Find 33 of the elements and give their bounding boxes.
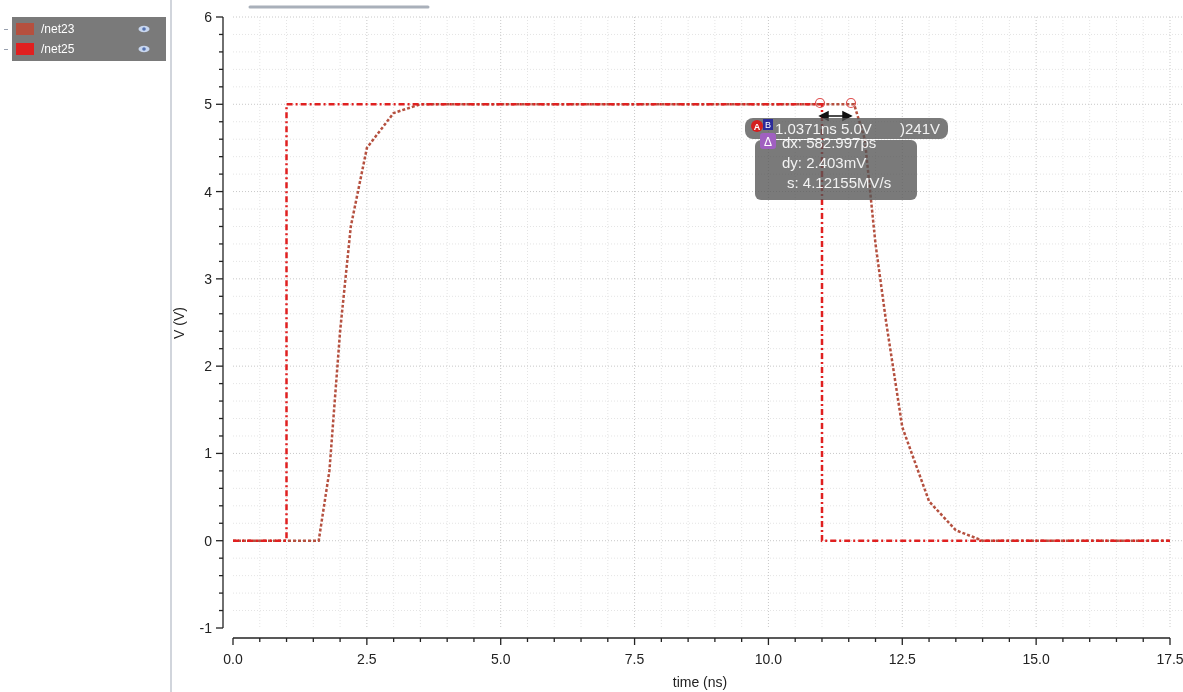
axis-title: V (V): [172, 307, 187, 339]
axis-title: time (ns): [672, 674, 728, 690]
legend-tick: [4, 29, 8, 30]
tick-label: 5.0: [491, 651, 511, 667]
tick-label: 1: [204, 445, 212, 462]
tick-label: 10.0: [754, 651, 783, 667]
eye-icon[interactable]: [138, 25, 150, 33]
tick-label: 15.0: [1022, 651, 1050, 667]
tick-label: 17.5: [1156, 651, 1183, 667]
tick-label: 7.5: [624, 651, 645, 667]
signal-name[interactable]: /net23: [41, 20, 138, 38]
tick-label: 0: [204, 532, 212, 549]
marker-a-badge: A: [751, 120, 763, 132]
tick-label: 6: [204, 9, 212, 25]
tick-label: 4: [204, 183, 212, 200]
marker-b-badge: B: [763, 119, 773, 130]
tick-label: 3: [204, 270, 212, 287]
delta-value: dy: 2.403mV: [782, 154, 867, 171]
delta-badge: Δ: [760, 133, 776, 149]
tick-label: 2.5: [357, 651, 377, 667]
tick-label: 12.5: [888, 651, 916, 667]
tick-label: -1: [199, 620, 212, 636]
delta-value: s: 4.12155MV/s: [787, 174, 892, 191]
tick-label: 5: [204, 96, 212, 113]
tick-label: 2: [204, 358, 212, 375]
signal-name[interactable]: /net25: [41, 40, 138, 58]
marker-point[interactable]: [814, 97, 826, 109]
legend-tick: [4, 49, 8, 50]
eye-icon[interactable]: [138, 45, 150, 53]
tick-label: 0.0: [223, 651, 243, 667]
marker-point[interactable]: [845, 97, 857, 109]
marker-value: 1.0371ns 5.0V: [775, 120, 872, 137]
marker-value: )241V: [900, 120, 941, 137]
